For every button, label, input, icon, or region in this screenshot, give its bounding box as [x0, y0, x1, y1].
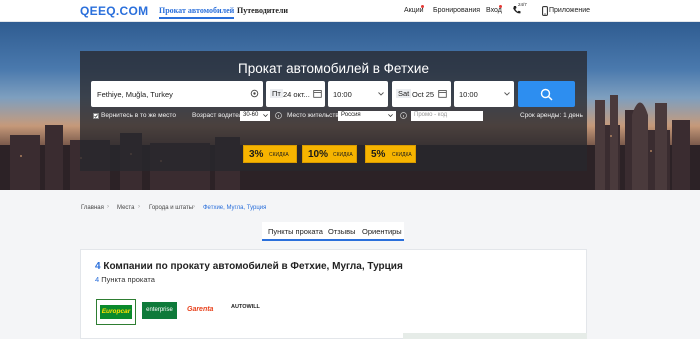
search-button[interactable]	[518, 81, 575, 107]
pickup-date-field[interactable]: Пт 24 окт...	[266, 81, 325, 107]
tab-rental-points[interactable]: Пункты проката	[268, 227, 323, 236]
promo-code-input[interactable]: Промо - код	[411, 111, 483, 121]
calendar-icon	[313, 90, 322, 98]
promo-code-placeholder: Промо - код	[414, 112, 448, 118]
pickup-time-field[interactable]: 10:00	[328, 81, 388, 107]
login-link[interactable]: Вход	[486, 7, 502, 14]
tab-reviews[interactable]: Отзывы	[328, 227, 355, 236]
companies-heading-text: Компании по прокату автомобилей в Фетхие…	[103, 261, 403, 272]
discount-value: 3%	[249, 149, 264, 160]
calendar-icon	[438, 90, 447, 98]
return-time-value: 10:00	[459, 90, 478, 99]
nav-guides[interactable]: Путеводители	[237, 6, 288, 15]
europcar-logo-text: Europcar	[100, 305, 132, 319]
residence-select[interactable]: Россия	[338, 111, 396, 121]
breadcrumb-cities[interactable]: Города и штаты	[149, 205, 193, 211]
support-24-7-badge: 24/7	[518, 2, 527, 7]
active-tab-underline	[262, 239, 404, 241]
deals-link[interactable]: Акции	[404, 7, 424, 14]
top-navigation-bar: QEEQ.COM Прокат автомобилей Путеводители…	[0, 0, 700, 22]
pickup-location-value: Fethiye, Muğla, Turkey	[97, 90, 173, 99]
garenta-logo[interactable]: Garenta	[187, 306, 219, 318]
companies-heading: 4 Компании по прокату автомобилей в Фетх…	[95, 261, 403, 272]
companies-card: 4 Компании по прокату автомобилей в Фетх…	[80, 249, 587, 339]
residence-label: Место жительства:	[287, 112, 345, 119]
breadcrumb-separator: ›	[193, 204, 195, 210]
breadcrumb-separator: ›	[138, 204, 140, 210]
breadcrumb-current: Фетхие, Мугла, Турция	[203, 205, 267, 211]
discount-label: СКИДКА	[269, 152, 289, 158]
discount-badge[interactable]: 3% СКИДКА	[243, 145, 297, 163]
europcar-logo[interactable]: Europcar	[96, 299, 136, 325]
discount-badge[interactable]: 5% СКИДКА	[365, 145, 416, 163]
nav-car-rental[interactable]: Прокат автомобилей	[159, 6, 235, 19]
pickup-location-field[interactable]: Fethiye, Muğla, Turkey	[91, 81, 263, 107]
map-preview[interactable]	[403, 333, 587, 339]
rental-term: Срок аренды: 1 день	[520, 112, 583, 119]
rental-points-summary: 4 Пункта проката	[95, 275, 155, 284]
mobile-app-icon	[542, 6, 548, 16]
info-icon[interactable]	[400, 112, 407, 119]
same-place-checkbox[interactable]	[93, 113, 99, 119]
discount-value: 10%	[308, 149, 329, 160]
chevron-down-icon	[263, 114, 268, 117]
breadcrumb-home[interactable]: Главная	[81, 205, 104, 211]
check-icon	[94, 114, 98, 118]
login-notification-dot	[499, 5, 502, 8]
residence-value: Россия	[341, 112, 361, 118]
pickup-time-value: 10:00	[333, 90, 352, 99]
chevron-down-icon	[388, 114, 393, 117]
info-icon[interactable]	[275, 112, 282, 119]
enterprise-logo[interactable]: enterprise	[142, 302, 177, 319]
tab-landmarks[interactable]: Ориентиры	[362, 227, 402, 236]
discount-badge[interactable]: 10% СКИДКА	[302, 145, 357, 163]
site-logo[interactable]: QEEQ.COM	[80, 4, 148, 18]
search-title: Прокат автомобилей в Фетхие	[238, 61, 429, 76]
bookings-link[interactable]: Бронирования	[433, 7, 480, 14]
deals-notification-dot	[421, 5, 424, 8]
chevron-down-icon	[378, 92, 384, 96]
discount-label: СКИДКА	[333, 152, 353, 158]
breadcrumb-places[interactable]: Места	[117, 205, 134, 211]
pickup-date-value: 24 окт...	[283, 90, 310, 99]
chevron-down-icon	[504, 92, 510, 96]
return-date-value: Oct 25	[412, 90, 435, 99]
discount-label: СКИДКА	[392, 152, 412, 158]
rental-points-count: 4	[95, 275, 100, 284]
pickup-weekday: Пт	[270, 89, 283, 98]
search-icon	[540, 88, 553, 101]
locate-icon[interactable]	[250, 89, 259, 98]
return-time-field[interactable]: 10:00	[454, 81, 514, 107]
discount-value: 5%	[371, 149, 386, 160]
driver-age-value: 30-60	[243, 112, 259, 118]
autowill-logo[interactable]: AUTOWILL	[231, 304, 261, 318]
companies-count: 4	[95, 261, 101, 272]
driver-age-select[interactable]: 30-60	[240, 111, 270, 121]
app-link[interactable]: Приложение	[549, 7, 590, 14]
rental-points-label: Пункта проката	[101, 275, 155, 284]
same-place-label: Вернитесь в то же место	[101, 112, 176, 119]
return-date-field[interactable]: Sat Oct 25	[392, 81, 451, 107]
return-weekday: Sat	[396, 89, 412, 98]
breadcrumb-separator: ›	[107, 204, 109, 210]
